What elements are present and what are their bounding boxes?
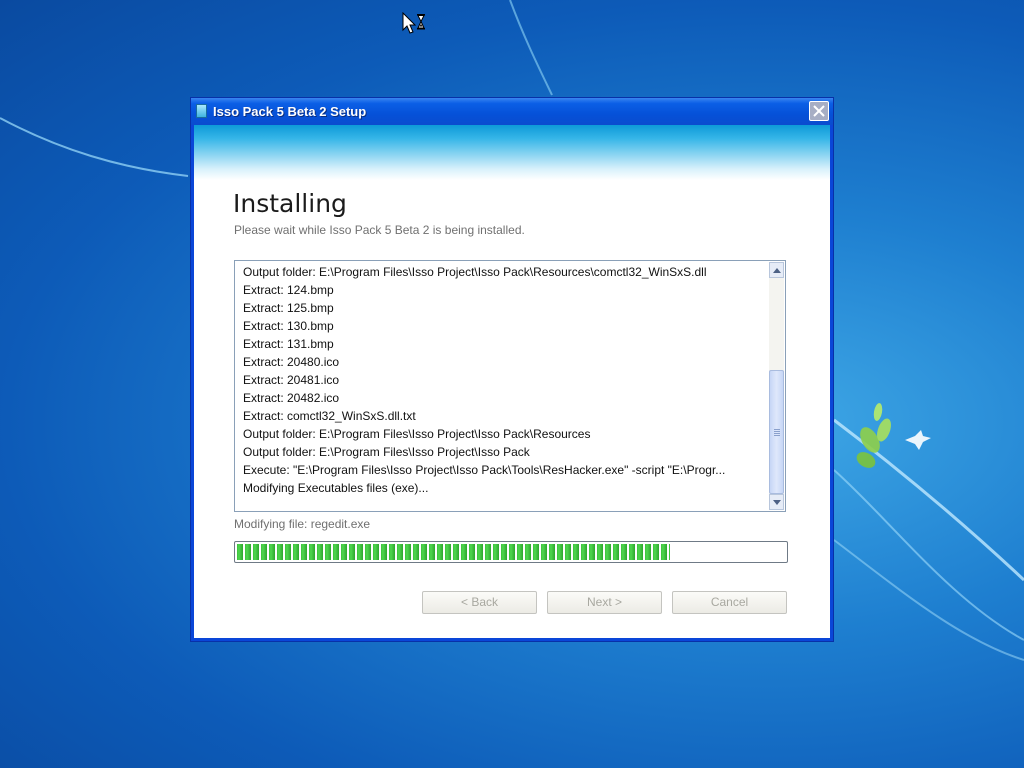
setup-window: Isso Pack 5 Beta 2 Setup Installing Plea… [190, 97, 834, 642]
cancel-button[interactable]: Cancel [672, 591, 787, 614]
log-line: Output folder: E:\Program Files\Isso Pro… [243, 427, 591, 441]
progress-fill [237, 544, 670, 560]
next-button[interactable]: Next > [547, 591, 662, 614]
page-title: Installing [233, 189, 347, 218]
log-line: Extract: 130.bmp [243, 319, 334, 333]
scroll-up-button[interactable] [769, 262, 784, 278]
log-line: Output folder: E:\Program Files\Isso Pro… [243, 445, 530, 459]
close-button[interactable] [809, 101, 829, 121]
installer-app-icon [196, 104, 207, 118]
back-button[interactable]: < Back [422, 591, 537, 614]
scroll-thumb[interactable] [769, 370, 784, 494]
header-banner [194, 125, 830, 180]
close-icon [813, 105, 825, 117]
log-line: Execute: "E:\Program Files\Isso Project\… [243, 463, 726, 477]
status-text: Modifying file: regedit.exe [234, 517, 371, 531]
log-line: Output folder: E:\Program Files\Isso Pro… [243, 265, 707, 279]
scroll-down-button[interactable] [769, 494, 784, 510]
log-line: Extract: comctl32_WinSxS.dll.txt [243, 409, 416, 423]
log-line: Extract: 20481.ico [243, 373, 340, 387]
busy-cursor-icon [402, 12, 425, 34]
arrow-up-icon [773, 268, 781, 273]
log-line: Extract: 20482.ico [243, 391, 340, 405]
log-scrollbar[interactable] [769, 262, 784, 510]
log-line: Extract: 131.bmp [243, 337, 334, 351]
arrow-down-icon [773, 500, 781, 505]
window-title: Isso Pack 5 Beta 2 Setup [213, 104, 367, 119]
install-log-list[interactable]: Output folder: E:\Program Files\Isso Pro… [234, 260, 786, 512]
log-lines: Output folder: E:\Program Files\Isso Pro… [243, 263, 769, 497]
bird-decoration [905, 430, 931, 450]
log-line: Extract: 124.bmp [243, 283, 334, 297]
window-content: Installing Please wait while Isso Pack 5… [194, 125, 830, 638]
progress-bar [234, 541, 788, 563]
page-subtitle: Please wait while Isso Pack 5 Beta 2 is … [234, 223, 525, 237]
title-bar[interactable]: Isso Pack 5 Beta 2 Setup [191, 98, 833, 125]
log-line: Modifying Executables files (exe)... [243, 481, 429, 495]
log-line: Extract: 125.bmp [243, 301, 334, 315]
log-line: Extract: 20480.ico [243, 355, 340, 369]
